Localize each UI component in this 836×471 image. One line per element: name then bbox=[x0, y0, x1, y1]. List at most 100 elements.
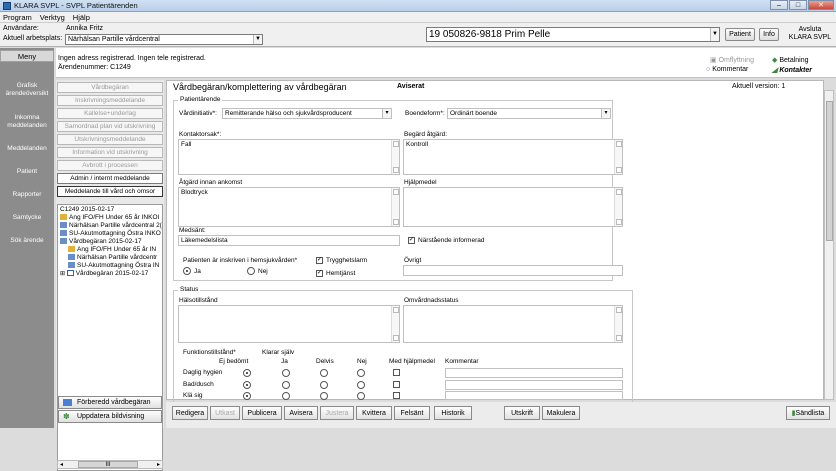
sidebar-item-meddelanden[interactable]: Meddelanden bbox=[0, 145, 54, 153]
menu-program[interactable]: Program bbox=[3, 12, 32, 22]
bad-ej-radio[interactable] bbox=[243, 381, 251, 389]
kvittera-button[interactable]: Kvittera bbox=[356, 406, 392, 420]
tree-node[interactable]: Vårdbegäran 2015-02-17 bbox=[60, 238, 142, 246]
narstaende-checkbox[interactable]: ✓ bbox=[408, 237, 415, 244]
textarea-scrollbar[interactable] bbox=[391, 188, 399, 226]
nav-samordnad[interactable]: Samordnad plan vid utskrivning bbox=[57, 121, 163, 132]
chevron-down-icon[interactable]: ▾ bbox=[382, 109, 391, 118]
bad-ja-radio[interactable] bbox=[282, 381, 290, 389]
scroll-thumb[interactable]: III bbox=[78, 461, 138, 468]
utskrift-button[interactable]: Utskrift bbox=[504, 406, 540, 420]
form-scrollbar[interactable] bbox=[824, 90, 834, 400]
kla-ej-radio[interactable] bbox=[243, 392, 251, 400]
nav-inskrivning[interactable]: Inskrivningsmeddelande bbox=[57, 95, 163, 106]
nav-vardbegaran[interactable]: Vårdbegäran bbox=[57, 82, 163, 93]
minimize-button[interactable]: – bbox=[770, 0, 788, 10]
tree-node[interactable]: Närhälsan Partille vårdcentr bbox=[68, 254, 157, 262]
maximize-button[interactable]: □ bbox=[789, 0, 807, 10]
hemtjanst-checkbox[interactable]: ✓ bbox=[316, 270, 323, 277]
kla-comment[interactable] bbox=[445, 391, 623, 400]
redigera-button[interactable]: Redigera bbox=[172, 406, 208, 420]
sandlista-button[interactable]: ▮Sändlista bbox=[786, 406, 830, 420]
sidebar-item-samtycke[interactable]: Samtycke bbox=[0, 214, 54, 222]
hygien-nej-radio[interactable] bbox=[357, 369, 365, 377]
scroll-left-icon[interactable]: ◂ bbox=[60, 461, 63, 468]
workplace-select[interactable]: Närhälsan Partille vårdcentral ▼ bbox=[65, 34, 263, 45]
chevron-down-icon[interactable]: ▼ bbox=[253, 35, 262, 44]
hemsjukvard-ja-radio[interactable] bbox=[183, 267, 191, 275]
kla-nej-radio[interactable] bbox=[357, 392, 365, 400]
bad-hjalpmedel-checkbox[interactable] bbox=[393, 381, 400, 388]
medsant-field[interactable]: Läkemedelslista bbox=[178, 235, 400, 246]
prepared-request-button[interactable]: Förberedd vårdbegäran bbox=[58, 396, 162, 409]
chevron-down-icon[interactable]: ▼ bbox=[710, 28, 719, 41]
tree-node[interactable]: ⊞ Vårdbegäran 2015-02-17 bbox=[60, 270, 148, 278]
felsant-button[interactable]: Felsänt bbox=[394, 406, 430, 420]
scroll-thumb[interactable] bbox=[826, 101, 833, 241]
utkast-button[interactable]: Utkast bbox=[210, 406, 240, 420]
sidebar-item-sok[interactable]: Sök ärende bbox=[0, 237, 54, 245]
nav-avbrott[interactable]: Avbrott i processen bbox=[57, 160, 163, 171]
nav-utskrivning[interactable]: Utskrivningsmeddelande bbox=[57, 134, 163, 145]
hygien-ej-radio[interactable] bbox=[243, 369, 251, 377]
avisera-button[interactable]: Avisera bbox=[284, 406, 318, 420]
begard-field[interactable]: Kontroll bbox=[403, 139, 623, 175]
bad-delvis-radio[interactable] bbox=[320, 381, 328, 389]
patient-select[interactable]: 19 050826-9818 Prim Pelle ▼ bbox=[426, 27, 720, 42]
hygien-hjalpmedel-checkbox[interactable] bbox=[393, 369, 400, 376]
vardinitiativ-select[interactable]: Remitterande hälso och sjukvårdsproducen… bbox=[222, 108, 392, 119]
textarea-scrollbar[interactable] bbox=[614, 306, 622, 342]
kontakter-button[interactable]: ◢ Kontakter bbox=[772, 66, 812, 74]
omflyttning-button[interactable]: ▣ Omflyttning bbox=[710, 56, 754, 64]
hygien-delvis-radio[interactable] bbox=[320, 369, 328, 377]
nav-admin[interactable]: Admin / internt meddelande bbox=[57, 173, 163, 184]
sidebar-item-inkomna[interactable]: Inkomna meddelanden bbox=[0, 114, 54, 130]
justera-button[interactable]: Justera bbox=[320, 406, 354, 420]
nav-kallelse[interactable]: Kallelse+underlag bbox=[57, 108, 163, 119]
kla-delvis-radio[interactable] bbox=[320, 392, 328, 400]
menu-hjalp[interactable]: Hjälp bbox=[73, 12, 90, 22]
expand-icon[interactable]: ⊞ bbox=[60, 271, 67, 277]
scroll-right-icon[interactable]: ▸ bbox=[157, 461, 160, 468]
sidebar-item-grafisk[interactable]: Grafisk ärendeöversikt bbox=[0, 82, 54, 98]
ovrigt-field[interactable] bbox=[403, 265, 623, 276]
tree-node[interactable]: C1249 2015-02-17 bbox=[60, 206, 114, 214]
textarea-scrollbar[interactable] bbox=[614, 140, 622, 174]
publicera-button[interactable]: Publicera bbox=[242, 406, 282, 420]
tree-node[interactable]: Ang IFO/FH Under 65 år INKOI bbox=[60, 214, 159, 222]
close-button[interactable]: ✕ bbox=[808, 0, 834, 10]
textarea-scrollbar[interactable] bbox=[391, 140, 399, 174]
tree-node[interactable]: SU-Akutmottagning Östra IN bbox=[68, 262, 159, 270]
sidebar-item-rapporter[interactable]: Rapporter bbox=[0, 191, 54, 199]
textarea-scrollbar[interactable] bbox=[391, 306, 399, 342]
tree-node[interactable]: SU-Akutmottagning Östra INKO bbox=[60, 230, 161, 238]
sidebar-item-patient[interactable]: Patient bbox=[0, 168, 54, 176]
nav-meddelande[interactable]: Meddelande till vård och omsor bbox=[57, 186, 163, 197]
info-button[interactable]: Info bbox=[759, 28, 779, 41]
tree-scrollbar[interactable]: ◂ III ▸ bbox=[57, 460, 163, 469]
nav-information[interactable]: Information vid utskrivning bbox=[57, 147, 163, 158]
kla-ja-radio[interactable] bbox=[282, 392, 290, 400]
refresh-view-button[interactable]: ✽ Uppdatera bildvisning bbox=[58, 410, 162, 423]
menu-verktyg[interactable]: Verktyg bbox=[40, 12, 65, 22]
bad-nej-radio[interactable] bbox=[357, 381, 365, 389]
patient-button[interactable]: Patient bbox=[725, 28, 755, 41]
atgard-field[interactable]: Blodtryck bbox=[178, 187, 400, 227]
kla-hjalpmedel-checkbox[interactable] bbox=[393, 392, 400, 399]
kommentar-button[interactable]: ○ Kommentar bbox=[706, 66, 748, 73]
omvardnad-field[interactable] bbox=[403, 305, 623, 343]
halsotillstand-field[interactable] bbox=[178, 305, 400, 343]
exit-button[interactable]: Avsluta KLARA SVPL bbox=[786, 26, 834, 42]
trygghetslarm-checkbox[interactable]: ✓ bbox=[316, 257, 323, 264]
historik-button[interactable]: Historik bbox=[434, 406, 472, 420]
boendeform-select[interactable]: Ordinärt boende ▾ bbox=[447, 108, 611, 119]
chevron-down-icon[interactable]: ▾ bbox=[601, 109, 610, 118]
hygien-comment[interactable] bbox=[445, 368, 623, 378]
tree-node[interactable]: Ang IFO/FH Under 65 år IN bbox=[68, 246, 156, 254]
bad-comment[interactable] bbox=[445, 380, 623, 390]
tree-node[interactable]: Närhälsan Partille vårdcentral 2( bbox=[60, 222, 162, 230]
textarea-scrollbar[interactable] bbox=[614, 188, 622, 226]
hjalpmedel-field[interactable] bbox=[403, 187, 623, 227]
hemsjukvard-nej-radio[interactable] bbox=[247, 267, 255, 275]
kontaktorsak-field[interactable]: Fall bbox=[178, 139, 400, 175]
